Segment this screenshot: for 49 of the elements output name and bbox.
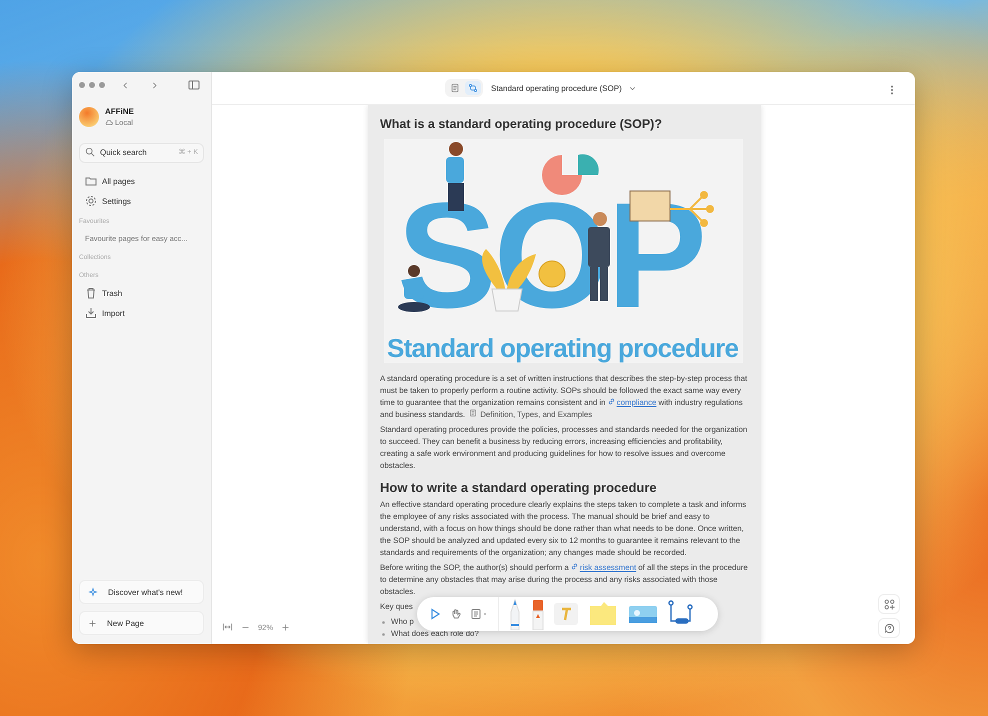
blocks-button[interactable] <box>878 594 900 614</box>
plus-icon <box>281 622 290 632</box>
sidebar-item[interactable]: Trash <box>79 283 204 303</box>
hand-tool-icon[interactable] <box>450 608 462 620</box>
trash-icon <box>85 287 97 299</box>
gear-icon <box>85 195 97 207</box>
window-control-dot[interactable] <box>89 82 95 88</box>
note-tool-icon[interactable] <box>471 608 489 620</box>
window-control-dot[interactable] <box>99 82 105 88</box>
page-icon <box>469 409 478 417</box>
back-chevron-icon <box>121 80 130 90</box>
sidebar-item[interactable]: Settings <box>79 191 204 211</box>
sparkle-icon <box>88 587 98 597</box>
cloud-icon <box>105 118 113 126</box>
add-block-icon <box>884 598 894 610</box>
pointer-tool-icon[interactable] <box>429 608 441 620</box>
section-heading: What is a standard operating procedure (SOP)? <box>380 117 663 131</box>
forward-chevron-icon <box>150 80 159 90</box>
pen-tool-icon[interactable] <box>508 598 522 630</box>
discover-button[interactable]: Discover what's new! <box>79 580 204 604</box>
bullet-icon <box>382 632 385 636</box>
sidebar-item[interactable]: Import <box>79 303 204 323</box>
link-icon <box>570 563 578 570</box>
image-tool-icon[interactable] <box>628 603 658 625</box>
zoom-in-button[interactable] <box>281 622 290 632</box>
sidebar-toggle-icon <box>188 79 200 91</box>
section-heading: How to write a standard operating procedure <box>380 480 658 495</box>
illustration-caption: Standard operating procedure <box>387 333 739 363</box>
search-icon <box>85 147 95 157</box>
fit-width-icon <box>222 622 233 632</box>
workspace-avatar[interactable] <box>79 107 99 127</box>
document-title[interactable]: Standard operating procedure (SOP) <box>491 84 637 92</box>
marker-tool-icon[interactable] <box>531 598 545 630</box>
new-page-button[interactable]: New Page <box>79 611 204 635</box>
folder-icon <box>85 175 97 187</box>
connector-icon <box>468 83 478 93</box>
workspace-name[interactable]: AFFiNE <box>105 107 134 116</box>
document-icon <box>450 83 460 93</box>
link-icon <box>608 398 615 405</box>
import-icon <box>85 307 97 319</box>
window-control-dot[interactable] <box>79 82 85 88</box>
bullet-icon <box>382 620 385 624</box>
help-button[interactable] <box>878 618 900 638</box>
sidebar-item[interactable]: All pages <box>79 171 204 191</box>
edgeless-mode-button[interactable] <box>465 81 481 95</box>
help-icon <box>884 622 894 634</box>
text-tool-icon[interactable] <box>554 603 578 625</box>
plus-icon <box>88 618 97 628</box>
fit-width-button[interactable] <box>222 622 233 632</box>
